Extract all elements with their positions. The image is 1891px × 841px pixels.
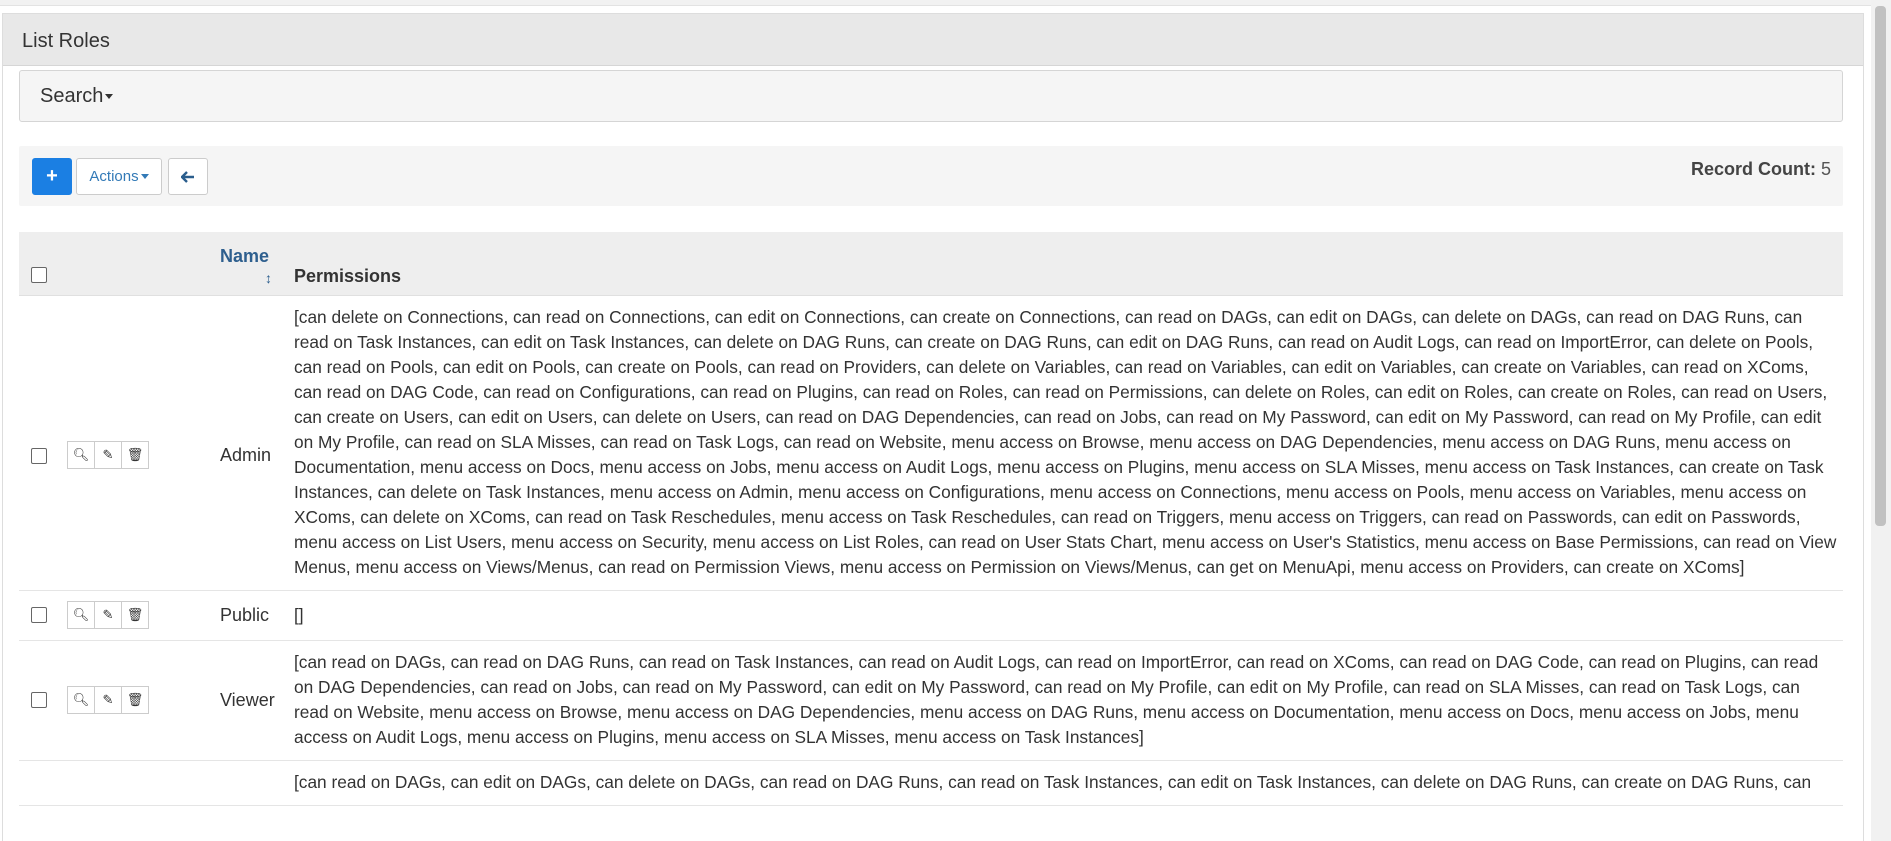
scrollbar-thumb[interactable]	[1875, 6, 1886, 526]
panel-title: List Roles	[3, 14, 1863, 66]
search-icon: 🔍︎	[72, 447, 90, 462]
caret-down-icon	[140, 174, 149, 179]
show-record-button[interactable]: 🔍︎	[67, 686, 95, 714]
show-record-button[interactable]: 🔍︎	[67, 601, 95, 629]
delete-record-button[interactable]: 🗑︎	[121, 686, 149, 714]
delete-record-button[interactable]: 🗑︎	[121, 601, 149, 629]
row-actions: 🔍︎ ✎ 🗑︎	[67, 441, 149, 469]
plus-icon: +	[46, 165, 58, 187]
trash-icon: 🗑︎	[126, 692, 144, 707]
edit-record-button[interactable]: ✎	[94, 441, 122, 469]
role-permissions: [can read on DAGs, can edit on DAGs, can…	[294, 772, 1812, 792]
search-icon: 🔍︎	[72, 692, 90, 707]
trash-icon: 🗑︎	[126, 607, 144, 622]
trash-icon: 🗑︎	[126, 447, 144, 462]
actions-dropdown[interactable]: Actions	[76, 158, 162, 195]
back-button[interactable]	[168, 158, 208, 195]
top-bar	[0, 0, 1891, 6]
caret-down-icon	[105, 94, 114, 100]
show-record-button[interactable]: 🔍︎	[67, 441, 95, 469]
role-name: Public	[220, 605, 270, 625]
sort-icon[interactable]: ↕	[265, 270, 272, 286]
role-permissions: [can delete on Connections, can read on …	[294, 307, 1837, 577]
vertical-scrollbar[interactable]	[1871, 0, 1891, 841]
role-permissions: [can read on DAGs, can read on DAG Runs,…	[294, 652, 1819, 747]
actions-label: Actions	[89, 168, 139, 185]
roles-table: Name ↕ Permissions 🔍︎ ✎ 🗑︎ Admin [can de…	[19, 232, 1843, 806]
row-checkbox[interactable]	[31, 448, 47, 464]
name-column-header[interactable]: Name	[220, 246, 269, 267]
table-row: 🔍︎ ✎ 🗑︎ Admin [can delete on Connections…	[19, 296, 1843, 591]
role-name: Viewer	[220, 690, 275, 710]
table-row: [can read on DAGs, can edit on DAGs, can…	[19, 761, 1843, 806]
search-label: Search	[40, 85, 104, 107]
edit-record-button[interactable]: ✎	[94, 601, 122, 629]
edit-icon: ✎	[102, 447, 114, 462]
row-checkbox[interactable]	[31, 607, 47, 623]
edit-icon: ✎	[102, 607, 114, 622]
table-header: Name ↕ Permissions	[19, 232, 1843, 296]
edit-icon: ✎	[102, 692, 114, 707]
add-role-button[interactable]: +	[32, 158, 72, 195]
toolbar: + Actions Record Count: 5	[19, 146, 1843, 206]
row-actions: 🔍︎ ✎ 🗑︎	[67, 686, 149, 714]
permissions-column-header: Permissions	[294, 266, 402, 286]
row-checkbox[interactable]	[31, 692, 47, 708]
row-actions: 🔍︎ ✎ 🗑︎	[67, 601, 149, 629]
search-toggle[interactable]: Search	[19, 70, 1843, 122]
search-icon: 🔍︎	[72, 607, 90, 622]
delete-record-button[interactable]: 🗑︎	[121, 441, 149, 469]
role-permissions: []	[294, 605, 304, 625]
arrow-left-icon	[181, 170, 194, 183]
record-count-value: 5	[1820, 159, 1831, 179]
edit-record-button[interactable]: ✎	[94, 686, 122, 714]
select-all-checkbox[interactable]	[31, 267, 47, 283]
role-name: Admin	[220, 445, 272, 465]
record-count: Record Count: 5	[1691, 159, 1831, 180]
record-count-label: Record Count:	[1690, 159, 1816, 179]
table-row: 🔍︎ ✎ 🗑︎ Viewer [can read on DAGs, can re…	[19, 641, 1843, 761]
table-row: 🔍︎ ✎ 🗑︎ Public []	[19, 591, 1843, 641]
